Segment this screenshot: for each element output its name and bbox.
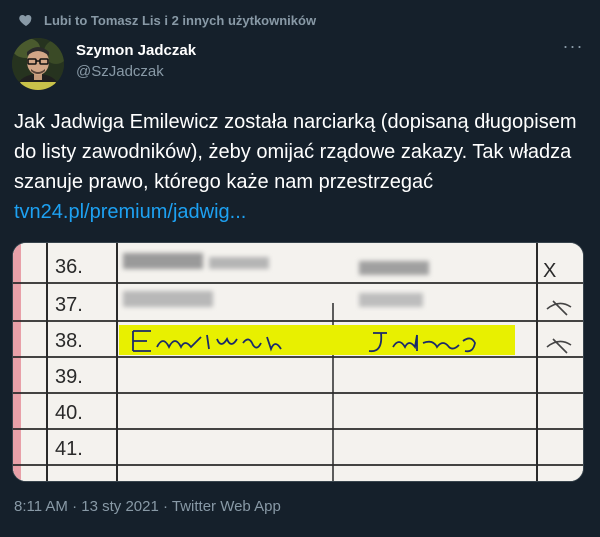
row-number: 36.	[55, 256, 83, 278]
tweet-link[interactable]: tvn24.pl/premium/jadwig...	[14, 201, 246, 223]
tweet-author[interactable]: Szymon Jadczak @SzJadczak	[76, 42, 196, 80]
heart-icon	[19, 15, 32, 26]
social-context-label: Lubi to Tomasz Lis i 2 innych użytkownik…	[44, 12, 317, 28]
author-handle[interactable]: @SzJadczak	[76, 63, 196, 80]
tweet-timestamp[interactable]: 8:11 AM · 13 sty 2021 · Twitter Web App	[14, 498, 281, 515]
more-options-icon[interactable]: ···	[562, 37, 584, 58]
avatar-image	[12, 38, 64, 90]
row-number: 38.	[55, 330, 83, 352]
row-mark: X	[543, 260, 556, 282]
row-number: 37.	[55, 294, 83, 316]
row-number: 39.	[55, 366, 83, 388]
author-name[interactable]: Szymon Jadczak	[76, 42, 196, 59]
avatar[interactable]	[12, 38, 64, 90]
tweet-media-image[interactable]: 36. 37. 38. 39. 40. 41. X	[12, 242, 584, 482]
social-context[interactable]: Lubi to Tomasz Lis i 2 innych użytkownik…	[18, 12, 316, 28]
attendance-list-photo: 36. 37. 38. 39. 40. 41. X	[13, 243, 583, 481]
tweet-body: Jak Jadwiga Emilewicz została narciarką …	[14, 111, 577, 193]
tweet-text: Jak Jadwiga Emilewicz została narciarką …	[14, 107, 586, 227]
row-number: 40.	[55, 402, 83, 424]
row-number: 41.	[55, 438, 83, 460]
